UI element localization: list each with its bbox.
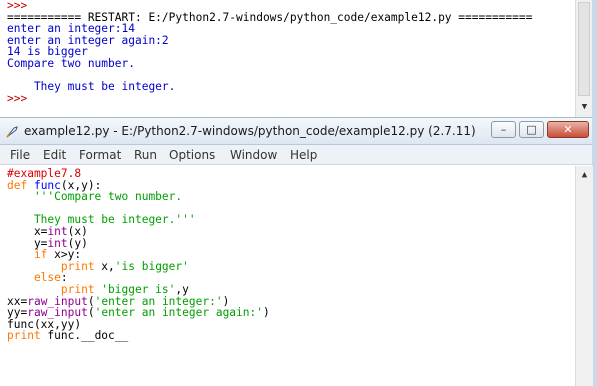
- menu-window[interactable]: Window: [230, 148, 277, 162]
- code-token: '''Compare two number.: [7, 190, 183, 204]
- shell-scroll-thumb[interactable]: [578, 2, 590, 96]
- shell-line: enter an integer again:2: [7, 33, 169, 47]
- code-line: They must be integer.''': [7, 214, 573, 226]
- maximize-button[interactable]: □: [519, 121, 544, 138]
- editor-scrollbar[interactable]: ▲: [575, 166, 593, 386]
- code-token: print: [7, 329, 48, 343]
- code-token: x,: [101, 259, 115, 273]
- menu-format[interactable]: Format: [79, 148, 121, 162]
- menu-run[interactable]: Run: [134, 148, 157, 162]
- code-line: print x,'is bigger': [7, 259, 573, 273]
- code-line: print func.__doc__: [7, 330, 573, 342]
- shell-output[interactable]: >>> =========== RESTART: E:/Python2.7-win…: [7, 0, 575, 117]
- menu-help[interactable]: Help: [290, 148, 317, 162]
- code-text-area[interactable]: #example7.8 def func(x,y): '''Compare two…: [7, 168, 573, 386]
- code-token: func.__doc__: [47, 329, 129, 343]
- shell-line: Compare two number.: [7, 56, 135, 70]
- minimize-button[interactable]: –: [491, 121, 516, 138]
- scroll-up-arrow-icon[interactable]: ▲: [579, 168, 590, 182]
- code-token: ): [262, 306, 270, 320]
- code-line: x=int(x): [7, 226, 573, 238]
- python-feather-icon: [6, 126, 18, 138]
- editor-title-bar[interactable]: example12.py - E:/Python2.7-windows/pyth…: [0, 117, 592, 145]
- shell-window: >>> =========== RESTART: E:/Python2.7-win…: [0, 0, 597, 117]
- shell-line: >>>: [7, 91, 28, 105]
- scroll-down-arrow-icon[interactable]: ▼: [579, 100, 590, 114]
- window-title: example12.py - E:/Python2.7-windows/pyth…: [24, 124, 476, 138]
- menu-file[interactable]: File: [10, 148, 30, 162]
- code-token: 'is bigger': [114, 259, 189, 273]
- shell-line: They must be integer.: [7, 80, 176, 94]
- code-line: yy=raw_input('enter an integer again:'): [7, 307, 573, 319]
- shell-line: >>>: [7, 0, 28, 12]
- shell-scrollbar[interactable]: ▼: [575, 0, 593, 117]
- code-editor: #example7.8 def func(x,y): '''Compare two…: [0, 166, 593, 386]
- close-button[interactable]: ✕: [547, 121, 589, 138]
- code-token: (: [87, 306, 95, 320]
- menu-options[interactable]: Options: [169, 148, 215, 162]
- code-line: '''Compare two number.: [7, 191, 573, 203]
- code-token: 'enter an integer again:': [94, 306, 263, 320]
- menu-edit[interactable]: Edit: [43, 148, 66, 162]
- menu-bar: File Edit Format Run Options Window Help: [0, 145, 592, 165]
- code-line: y=int(y): [7, 237, 573, 250]
